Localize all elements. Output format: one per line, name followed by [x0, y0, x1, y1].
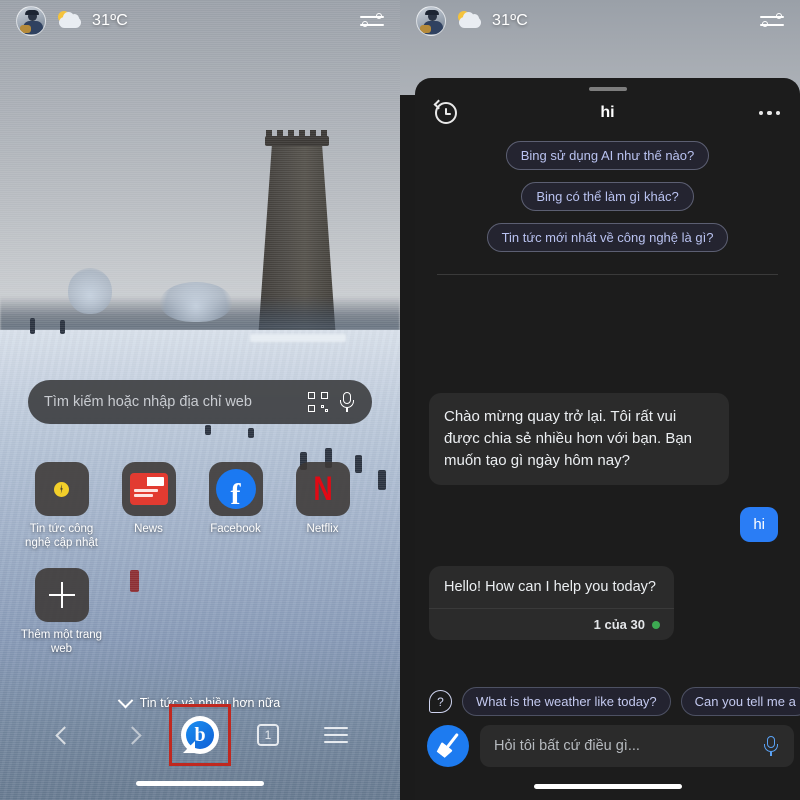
background-person: [60, 320, 65, 334]
shortcut-netflix[interactable]: N Netflix: [279, 462, 366, 550]
shortcut-label: Netflix: [306, 523, 339, 535]
microphone-icon[interactable]: [762, 735, 780, 757]
broom-new-topic-icon[interactable]: [427, 725, 469, 767]
bot-message-card: Hello! How can I help you today? 1 của 3…: [429, 566, 674, 640]
bot-message: Hello! How can I help you today?: [444, 579, 656, 595]
shortcut-label: Facebook: [210, 523, 261, 535]
shortcut-add-site[interactable]: Thêm một trang web: [18, 568, 105, 656]
settings-sliders-icon[interactable]: [360, 12, 384, 30]
avatar[interactable]: [416, 6, 446, 36]
bing-chat-button[interactable]: [166, 704, 234, 766]
tab-count: 1: [257, 724, 279, 746]
chat-input-bar: Hỏi tôi bất cứ điều gì...: [415, 720, 800, 772]
background-tree: [68, 268, 112, 314]
background-person: [30, 318, 35, 334]
microphone-icon[interactable]: [338, 391, 356, 413]
shortcut-row: Thêm một trang web: [18, 568, 382, 656]
qr-code-icon[interactable]: [308, 392, 328, 412]
browser-bottom-nav: 1: [0, 704, 400, 766]
chat-input[interactable]: Hỏi tôi bất cứ điều gì...: [480, 725, 794, 767]
plus-icon: [34, 568, 89, 622]
sun-cloud-icon: [456, 11, 482, 31]
avatar[interactable]: [16, 6, 46, 36]
background-tree: [160, 282, 232, 322]
netflix-icon: N: [295, 462, 350, 516]
suggestion-chip[interactable]: Bing sử dụng AI như thế nào?: [505, 141, 710, 170]
shortcut-label: Tin tức công nghệ cập nhật: [25, 523, 98, 549]
bing-logo-icon: [181, 716, 219, 754]
shortcut-news[interactable]: News: [105, 462, 192, 550]
sun-cloud-icon: [56, 11, 82, 31]
suggestion-chip[interactable]: Tin tức mới nhất về công nghệ là gì?: [486, 223, 729, 252]
search-input[interactable]: Tìm kiếm hoặc nhập địa chỉ web: [28, 380, 372, 424]
browser-home-panel: 31ºC Tìm kiếm hoặc nhập địa chỉ web Tin …: [0, 0, 400, 800]
chevron-right-icon: [122, 725, 142, 745]
hamburger-menu-icon: [324, 727, 348, 744]
background-person: [248, 428, 254, 438]
message-counter: 1 của 30: [593, 617, 645, 632]
tab-switcher-button[interactable]: 1: [234, 724, 302, 746]
chevron-left-icon: [54, 725, 74, 745]
browser-status-bar: 31ºC: [0, 0, 400, 42]
home-indicator: [533, 784, 682, 789]
shortcut-facebook[interactable]: f Facebook: [192, 462, 279, 550]
facebook-icon: f: [208, 462, 263, 516]
settings-sliders-icon[interactable]: [760, 12, 784, 30]
chat-input-placeholder: Hỏi tôi bất cứ điều gì...: [494, 738, 640, 754]
bing-chat-panel: 31ºC hi Bing sử dụng AI như thế nào? Bin…: [400, 0, 800, 800]
section-divider: [437, 274, 778, 275]
tech-news-icon: [34, 462, 89, 516]
message-counter-row: 1 của 30: [429, 608, 674, 640]
suggestion-chip[interactable]: Bing có thể làm gì khác?: [521, 182, 694, 211]
chat-header: hi: [415, 91, 800, 135]
shortcut-label: Thêm một trang web: [20, 629, 103, 655]
suggestion-chip[interactable]: What is the weather like today?: [462, 687, 671, 716]
top-suggestion-list: Bing sử dụng AI như thế nào? Bing có thể…: [415, 135, 800, 252]
message-list: Chào mừng quay trở lại. Tôi rất vui được…: [415, 393, 800, 640]
search-placeholder: Tìm kiếm hoặc nhập địa chỉ web: [44, 394, 252, 410]
background-tower-base: [250, 334, 346, 342]
temperature-label: 31ºC: [492, 12, 528, 29]
chat-status-bar: 31ºC: [400, 0, 800, 42]
shortcut-grid: Tin tức công nghệ cập nhật News f Facebo…: [18, 462, 382, 656]
back-button[interactable]: [30, 725, 98, 745]
background-person: [205, 425, 211, 435]
bottom-suggestion-list: ? What is the weather like today? Can yo…: [415, 687, 800, 716]
temperature-label: 31ºC: [92, 12, 128, 29]
shortcut-label: News: [134, 523, 163, 535]
chat-sheet: hi Bing sử dụng AI như thế nào? Bing có …: [415, 78, 800, 800]
question-bubble-icon[interactable]: ?: [429, 690, 452, 713]
status-dot-icon: [652, 620, 660, 629]
menu-button[interactable]: [302, 727, 370, 744]
bot-message: Chào mừng quay trở lại. Tôi rất vui được…: [429, 393, 729, 485]
user-message: hi: [740, 507, 778, 542]
shortcut-tech-news[interactable]: Tin tức công nghệ cập nhật: [18, 462, 105, 550]
screenshot-stage: 31ºC Tìm kiếm hoặc nhập địa chỉ web Tin …: [0, 0, 800, 800]
home-indicator: [136, 781, 264, 786]
news-icon: [121, 462, 176, 516]
suggestion-chip[interactable]: Can you tell me a: [680, 687, 800, 716]
shortcut-row: Tin tức công nghệ cập nhật News f Facebo…: [18, 462, 382, 550]
bing-highlight-box: [169, 704, 231, 766]
background-tower-crest: [266, 130, 328, 138]
chat-title: hi: [600, 104, 615, 121]
forward-button[interactable]: [98, 725, 166, 745]
